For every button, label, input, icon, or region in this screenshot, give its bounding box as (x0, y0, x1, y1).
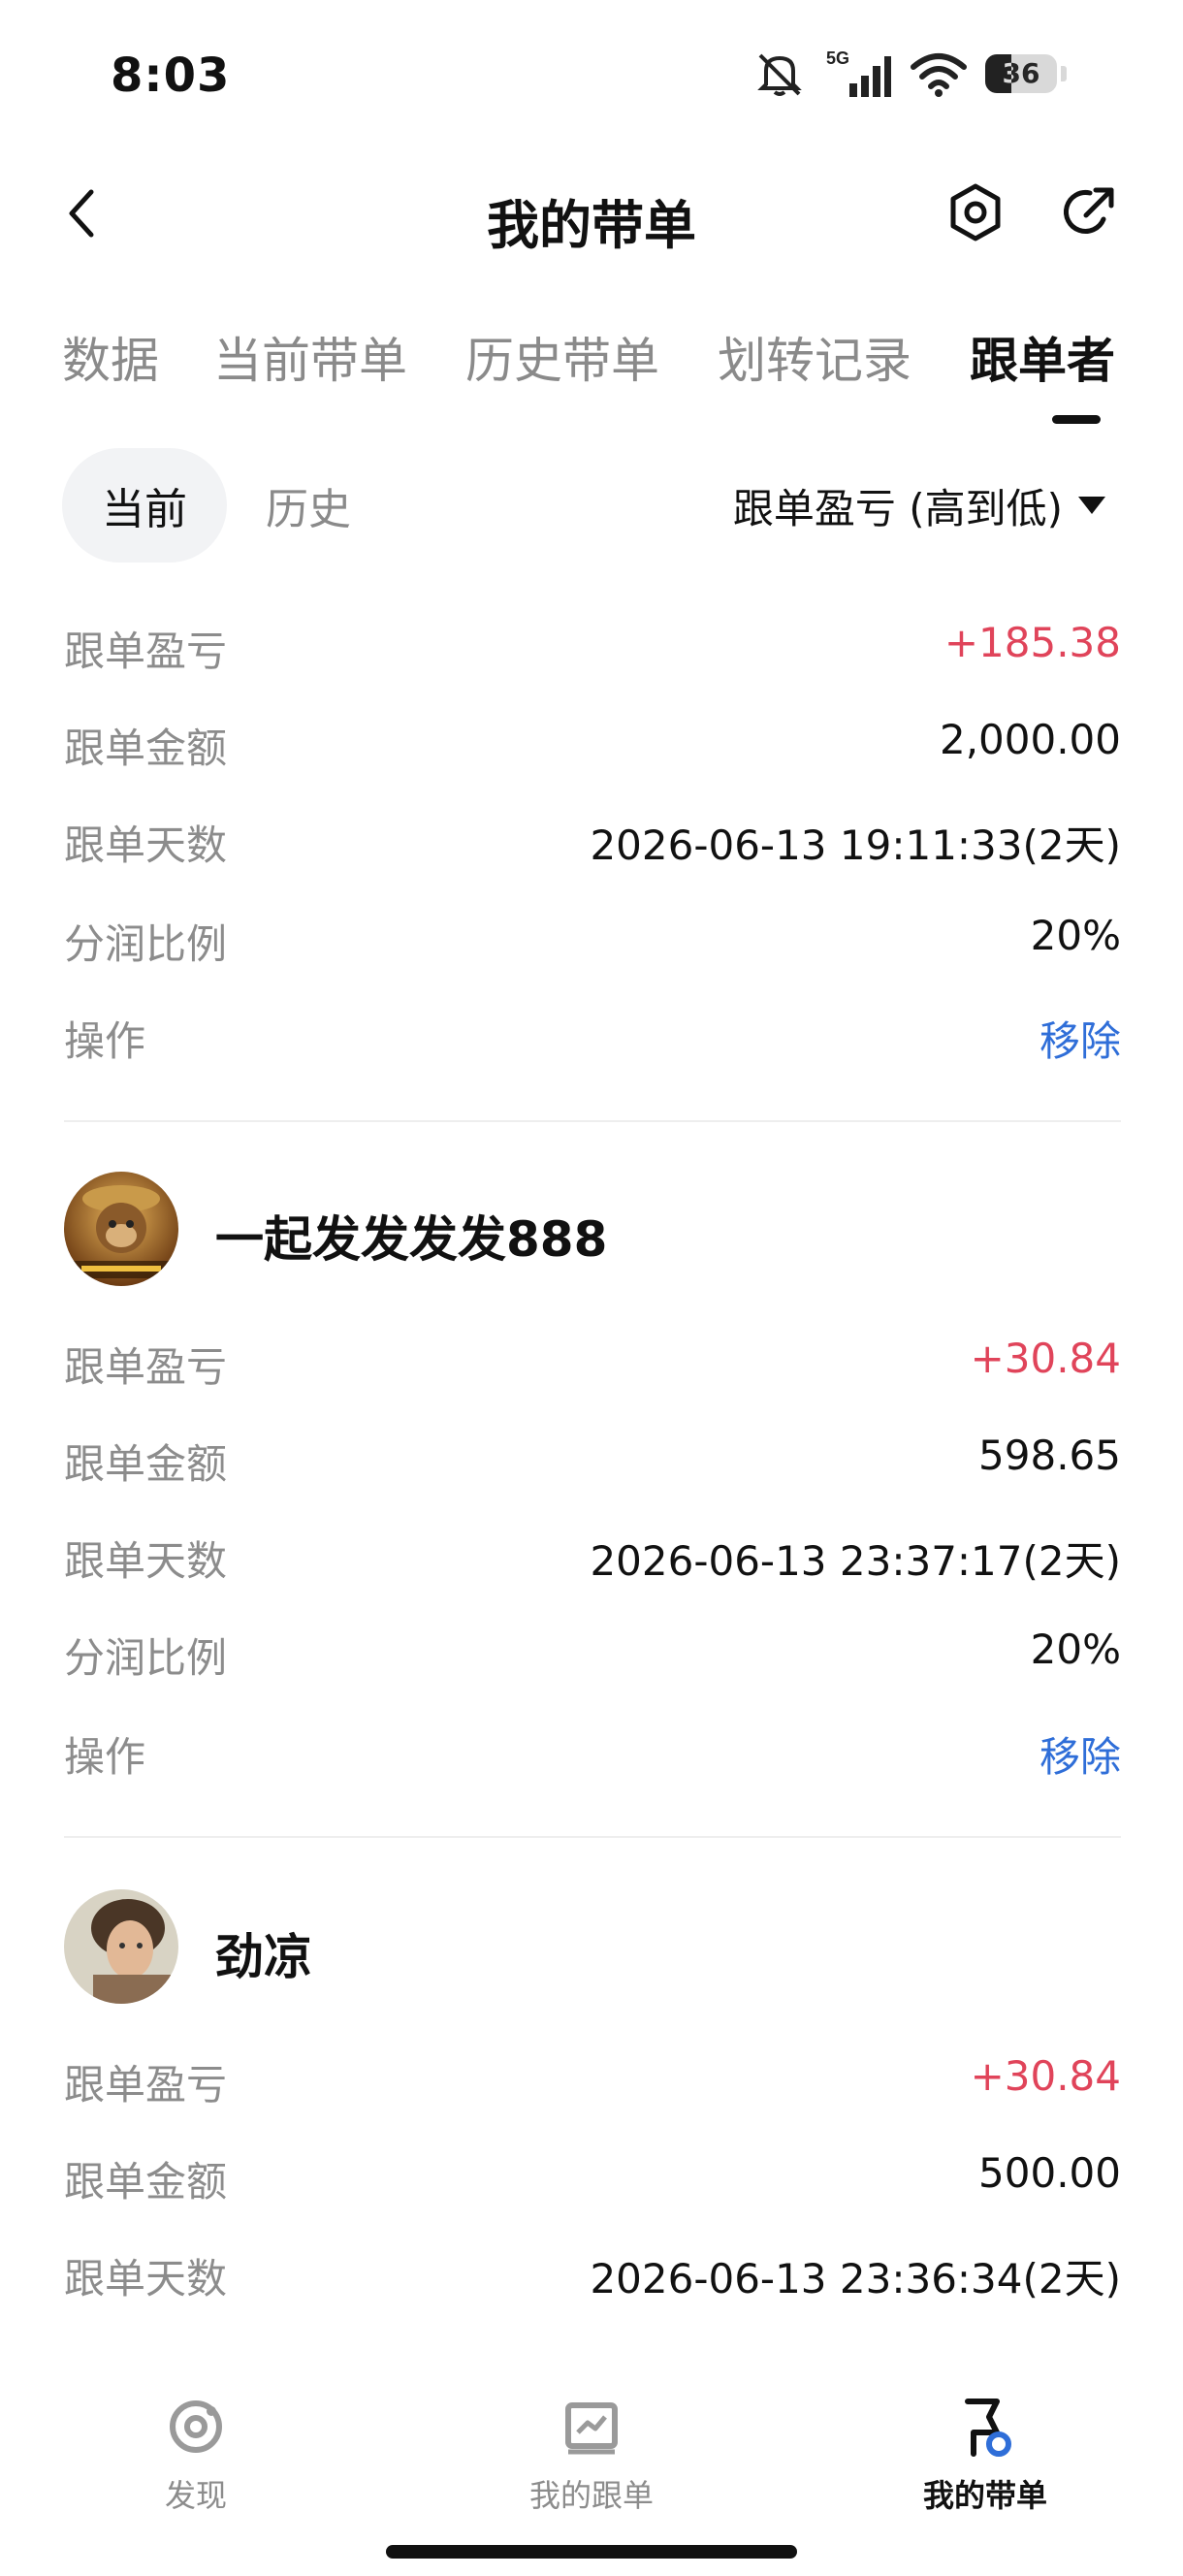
pnl-label: 跟单盈亏 (64, 628, 228, 675)
avatar (64, 1172, 178, 1286)
pnl-value: +30.84 (970, 2052, 1121, 2100)
pnl-value: +185.38 (943, 619, 1121, 666)
pnl-label: 跟单盈亏 (64, 2061, 228, 2109)
battery-tip (1061, 66, 1067, 81)
home-indicator[interactable] (386, 2545, 797, 2559)
pnl-row: 跟单盈亏 +30.84 (64, 1327, 1121, 1395)
days-row: 跟单天数 2026-06-13 23:36:34(2天) (64, 2238, 1121, 2306)
days-value: 2026-06-13 23:37:17(2天) (590, 1537, 1121, 1585)
tab-followers[interactable]: 跟单者 (970, 322, 1115, 392)
share-row: 分润比例 20% (64, 904, 1121, 972)
amount-value: 2,000.00 (939, 716, 1121, 763)
remove-button[interactable]: 移除 (1039, 1009, 1121, 1068)
segment-history[interactable]: 历史 (266, 448, 351, 563)
segment-current[interactable]: 当前 (62, 448, 227, 563)
days-value: 2026-06-13 19:11:33(2天) (590, 821, 1121, 869)
amount-label: 跟单金额 (64, 2158, 228, 2206)
battery-icon: 36 (985, 54, 1057, 93)
action-row: 操作 移除 (64, 1001, 1121, 1069)
page-title: 我的带单 (487, 195, 696, 256)
days-label: 跟单天数 (64, 1537, 228, 1585)
tab-bar: 数据 当前带单 历史带单 划转记录 跟单者 (0, 310, 1183, 427)
follower-name: 劲凉 (215, 1929, 312, 1985)
chart-icon (565, 2402, 618, 2455)
follower-header[interactable]: 劲凉 (64, 1889, 1121, 2006)
days-row: 跟单天数 2026-06-13 19:11:33(2天) (64, 805, 1121, 873)
divider (64, 1836, 1121, 1838)
tab-current-lead[interactable]: 当前带单 (213, 322, 407, 392)
share-value: 20% (1030, 1626, 1121, 1673)
person-avatar-icon (64, 1889, 178, 2004)
dropdown-arrow-icon (1078, 497, 1105, 514)
bell-muted-icon (757, 53, 802, 96)
bottom-nav-discover[interactable]: 发现 (80, 2396, 312, 2516)
tab-data[interactable]: 数据 (62, 322, 159, 392)
sort-dropdown[interactable]: 跟单盈亏 (高到低) (733, 448, 1105, 563)
avatar (64, 1889, 178, 2004)
bottom-nav: 发现 我的跟单 我的带单 (0, 2357, 1183, 2576)
action-label: 操作 (64, 1733, 146, 1781)
bottom-nav-my-lead[interactable]: 我的带单 (869, 2396, 1102, 2516)
days-label: 跟单天数 (64, 2255, 228, 2302)
remove-button[interactable]: 移除 (1039, 1724, 1121, 1784)
pnl-row: 跟单盈亏 +30.84 (64, 2045, 1121, 2112)
pnl-row: 跟单盈亏 +185.38 (64, 611, 1121, 679)
amount-label: 跟单金额 (64, 724, 228, 772)
action-row: 操作 移除 (64, 1717, 1121, 1785)
wifi-icon (911, 53, 967, 97)
sort-label: 跟单盈亏 (高到低) (732, 484, 1063, 532)
amount-value: 500.00 (978, 2149, 1121, 2197)
divider (64, 1120, 1121, 1122)
days-value: 2026-06-13 23:36:34(2天) (590, 2255, 1121, 2302)
bottom-nav-label: 发现 (164, 2477, 227, 2514)
amount-row: 跟单金额 500.00 (64, 2141, 1121, 2209)
days-label: 跟单天数 (64, 821, 228, 869)
flag-icon (965, 2399, 1011, 2457)
status-bar: 8:03 5G 36 (0, 0, 1183, 145)
follower-header[interactable]: 一起发发发发888 (64, 1172, 1121, 1288)
bottom-nav-my-copy[interactable]: 我的跟单 (475, 2396, 708, 2516)
amount-label: 跟单金额 (64, 1440, 228, 1488)
signal-icon: 5G (826, 48, 891, 97)
settings-icon[interactable] (945, 182, 1006, 242)
status-time: 8:03 (111, 48, 231, 103)
pnl-value: +30.84 (970, 1335, 1121, 1382)
amount-row: 跟单金额 598.65 (64, 1424, 1121, 1492)
discover-icon (170, 2400, 222, 2453)
amount-row: 跟单金额 2,000.00 (64, 708, 1121, 776)
share-value: 20% (1030, 912, 1121, 959)
share-label: 分润比例 (64, 920, 228, 968)
amount-value: 598.65 (978, 1432, 1121, 1479)
nav-bar: 我的带单 (0, 155, 1183, 272)
battery-level: 36 (1002, 57, 1040, 89)
share-label: 分润比例 (64, 1634, 228, 1682)
bottom-nav-label: 我的跟单 (528, 2477, 654, 2514)
action-label: 操作 (64, 1017, 146, 1065)
share-row: 分润比例 20% (64, 1618, 1121, 1686)
follower-name: 一起发发发发888 (215, 1211, 608, 1268)
monkey-avatar-icon (64, 1172, 178, 1286)
tab-active-indicator (1052, 415, 1101, 424)
share-icon[interactable] (1059, 182, 1119, 242)
status-icons: 5G 36 (752, 47, 1067, 101)
tab-transfer-records[interactable]: 划转记录 (718, 322, 911, 392)
filter-bar: 当前 历史 跟单盈亏 (高到低) (0, 448, 1183, 564)
days-row: 跟单天数 2026-06-13 23:37:17(2天) (64, 1521, 1121, 1589)
pnl-label: 跟单盈亏 (64, 1343, 228, 1391)
tab-history-lead[interactable]: 历史带单 (465, 322, 659, 392)
bottom-nav-label: 我的带单 (922, 2477, 1047, 2514)
network-type: 5G (826, 48, 849, 68)
